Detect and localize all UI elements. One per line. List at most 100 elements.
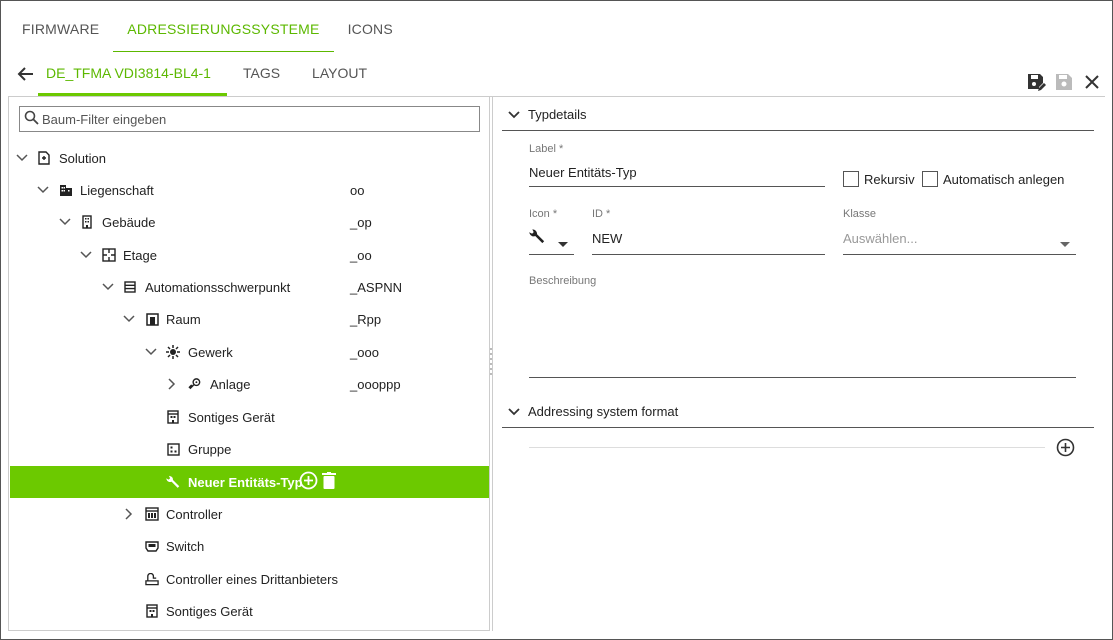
section-title: Addressing system format — [528, 403, 679, 419]
chevron-down-icon[interactable] — [145, 346, 157, 358]
tree-node-label: Liegenschaft — [80, 182, 154, 198]
switch-icon — [145, 539, 159, 553]
chevron-right-icon[interactable] — [166, 378, 178, 390]
tree-node-label: Anlage — [210, 376, 251, 392]
close-icon[interactable] — [1081, 71, 1103, 93]
group-icon — [166, 442, 180, 456]
id-field-underline — [592, 254, 825, 255]
sub-tabs: DE_TFMA VDI3814-BL4-1 TAGS LAYOUT — [38, 52, 383, 96]
search-icon — [24, 110, 39, 128]
tree-node-gebaeude[interactable]: Gebäude _op — [10, 206, 489, 238]
property-icon — [59, 183, 73, 197]
chevron-down-icon[interactable] — [123, 313, 135, 325]
tree-node-code: _ASPNN — [350, 279, 403, 295]
tree-node-gewerk[interactable]: Gewerk _ooo — [10, 336, 489, 368]
row-actions — [299, 471, 336, 493]
tree-node-label: Gebäude — [102, 214, 156, 230]
tab-tags[interactable]: TAGS — [227, 52, 296, 96]
controller-icon — [145, 507, 159, 521]
tree-node-code: _oo — [350, 247, 372, 263]
dropdown-arrow-icon[interactable] — [1060, 236, 1070, 251]
chevron-down-icon[interactable] — [59, 216, 71, 228]
rack-icon — [123, 280, 137, 294]
chevron-down-icon[interactable] — [80, 249, 92, 261]
add-circle-icon[interactable] — [299, 471, 318, 493]
tree-node-label: Etage — [123, 247, 157, 263]
building-icon — [80, 215, 94, 229]
back-arrow-icon[interactable] — [14, 62, 38, 86]
add-format-button[interactable] — [1056, 438, 1075, 460]
tree-node-label: Switch — [166, 538, 205, 554]
tree-node-gruppe[interactable]: Gruppe — [10, 433, 489, 465]
plant-icon — [188, 377, 202, 391]
tree-node-solution[interactable]: Solution — [10, 142, 489, 174]
tree-node-label: Gruppe — [188, 441, 232, 457]
tree-node-code: _oooppp — [350, 376, 401, 392]
checkbox-label: Automatisch anlegen — [943, 171, 1065, 187]
tree-node-anlage[interactable]: Anlage _oooppp — [10, 368, 489, 400]
checkbox-box[interactable] — [843, 171, 859, 187]
tab-adressierungssysteme[interactable]: ADRESSIERUNGSSYSTEME — [113, 8, 334, 52]
splitter-handle[interactable] — [489, 348, 493, 378]
checkbox-box[interactable] — [922, 171, 938, 187]
toolbar — [1025, 71, 1103, 93]
tree-node-controller-drittanbieter[interactable]: Controller eines Drittanbieters — [10, 563, 489, 595]
label-field-underline — [529, 186, 825, 187]
floor-icon — [102, 248, 116, 262]
chevron-right-icon[interactable] — [123, 508, 135, 520]
tree-node-automationsschwerpunkt[interactable]: Automationsschwerpunkt _ASPNN — [10, 271, 489, 303]
icon-field-underline — [529, 254, 574, 255]
tree-node-label: Sontiges Gerät — [166, 603, 253, 619]
tree-node-label: Solution — [59, 150, 106, 166]
tab-icons[interactable]: ICONS — [334, 8, 407, 52]
description-textarea[interactable] — [529, 290, 1076, 376]
tree-node-switch[interactable]: Switch — [10, 530, 489, 562]
tree-node-controller[interactable]: Controller — [10, 498, 489, 530]
description-underline — [529, 377, 1076, 378]
tree-node-label: Gewerk — [188, 344, 233, 360]
id-field-caption: ID * — [592, 208, 611, 220]
chevron-down-icon[interactable] — [16, 152, 28, 164]
tree-node-neuer-entitaets-typ[interactable]: Neuer Entitäts-Typ — [10, 466, 489, 498]
tree-node-sontiges-geraet-2[interactable]: Sontiges Gerät — [10, 595, 489, 627]
save-icon[interactable] — [1053, 71, 1075, 93]
trade-icon — [166, 345, 180, 359]
id-field[interactable]: NEW — [592, 231, 622, 246]
tree-node-raum[interactable]: Raum _Rpp — [10, 303, 489, 335]
tree-node-code: oo — [350, 182, 365, 198]
wrench-icon[interactable] — [529, 229, 545, 248]
label-field-caption: Label * — [529, 143, 564, 155]
icon-field-caption: Icon * — [529, 208, 558, 220]
format-placeholder-line — [529, 447, 1045, 448]
tab-layout[interactable]: LAYOUT — [296, 52, 383, 96]
trash-icon[interactable] — [322, 472, 336, 492]
class-select[interactable]: Auswählen... — [843, 231, 917, 246]
dropdown-arrow-icon[interactable] — [558, 236, 568, 251]
device-icon — [166, 410, 180, 424]
section-addressing-format[interactable]: Addressing system format — [502, 395, 1094, 428]
tree-node-label: Automationsschwerpunkt — [145, 279, 291, 295]
section-title: Typdetails — [528, 106, 587, 122]
room-icon — [145, 312, 159, 326]
chevron-down-icon — [508, 404, 520, 419]
rekursiv-checkbox[interactable]: Rekursiv — [843, 171, 915, 187]
chevron-down-icon[interactable] — [37, 184, 49, 196]
chevron-down-icon[interactable] — [102, 281, 114, 293]
tab-addressing-system[interactable]: DE_TFMA VDI3814-BL4-1 — [38, 52, 227, 96]
tree-node-liegenschaft[interactable]: Liegenschaft oo — [10, 174, 489, 206]
checkbox-label: Rekursiv — [864, 171, 915, 187]
class-field-underline — [843, 254, 1076, 255]
tree-node-etage[interactable]: Etage _oo — [10, 239, 489, 271]
wrench-icon — [166, 475, 180, 489]
section-typdetails[interactable]: Typdetails — [502, 98, 1094, 131]
tree-filter-input[interactable] — [42, 111, 462, 127]
class-field-caption: Klasse — [843, 208, 877, 220]
tree-node-code: _ooo — [350, 344, 379, 360]
auto-create-checkbox[interactable]: Automatisch anlegen — [922, 171, 1064, 187]
tab-firmware[interactable]: FIRMWARE — [8, 8, 113, 52]
save-edit-icon[interactable] — [1025, 71, 1047, 93]
chevron-down-icon — [508, 107, 520, 122]
tree-node-sontiges-geraet[interactable]: Sontiges Gerät — [10, 401, 489, 433]
label-field[interactable]: Neuer Entitäts-Typ — [529, 165, 637, 180]
tree-node-label: Sontiges Gerät — [188, 409, 275, 425]
